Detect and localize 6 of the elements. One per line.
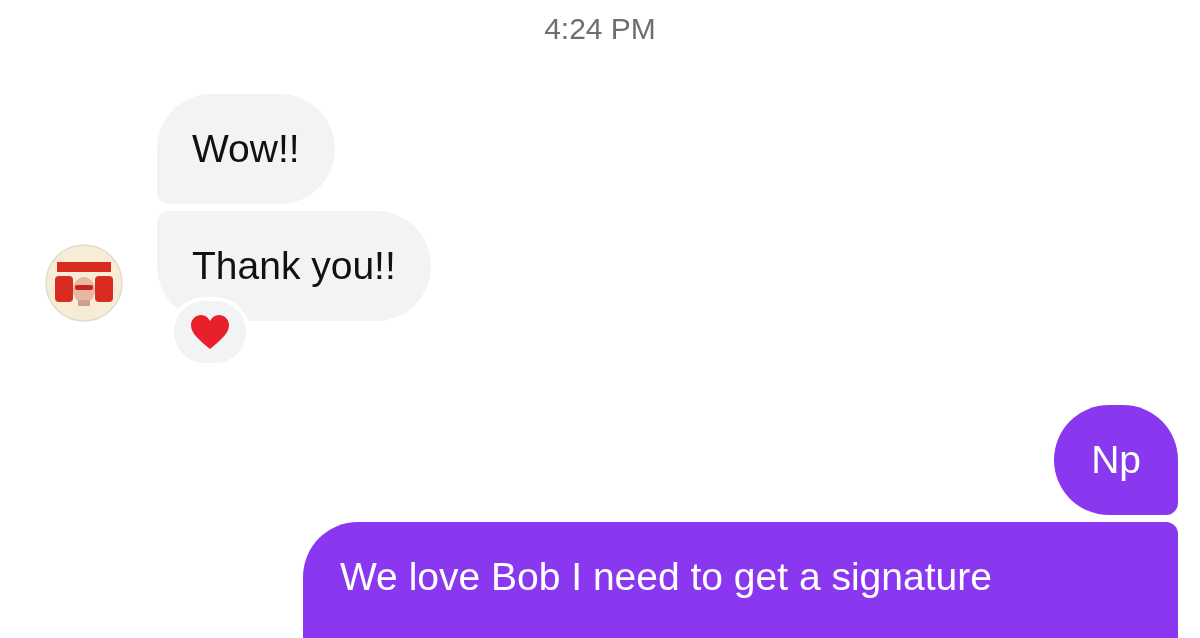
message-bubble: We love Bob I need to get a signature [303,522,1178,638]
timestamp: 4:24 PM [544,11,656,47]
heart-icon [190,314,230,350]
message-bubble: Wow!! [157,94,335,204]
message-bubble: Np [1054,405,1178,515]
message-bubble: Thank you!! [157,211,431,321]
